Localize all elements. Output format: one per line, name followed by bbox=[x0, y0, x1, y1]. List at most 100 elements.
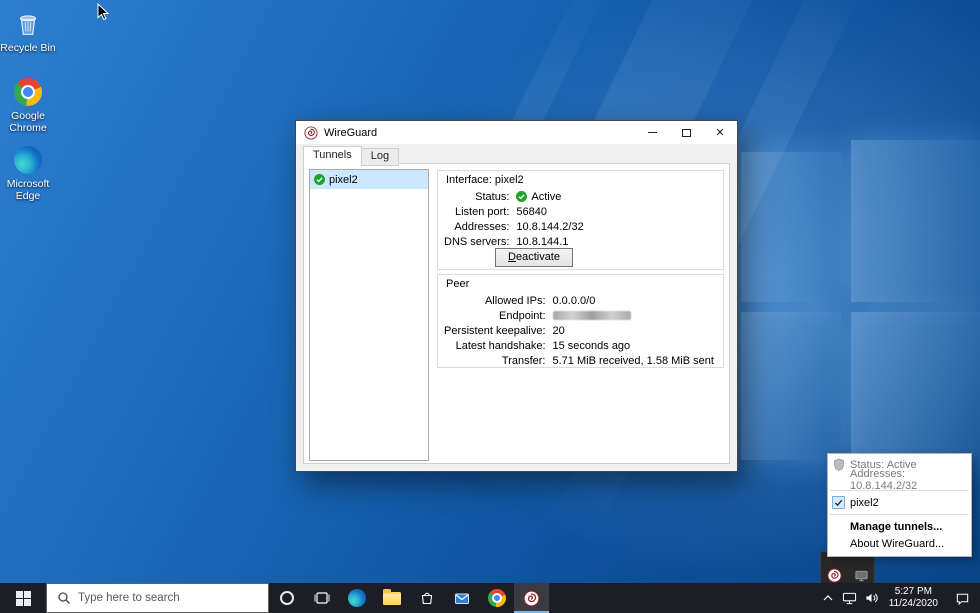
tray-menu-item-about-wireguard[interactable]: About WireGuard... bbox=[828, 535, 971, 552]
shield-icon bbox=[833, 458, 845, 471]
field-value: Active bbox=[516, 189, 583, 204]
tunnel-list-item-pixel2[interactable]: pixel2 bbox=[310, 170, 428, 189]
desktop: Recycle Bin Google Chrome Microsoft Edge… bbox=[0, 0, 980, 613]
deactivate-button[interactable]: Deactivate bbox=[495, 248, 573, 267]
wireguard-window: WireGuard ✕ Tunnels Log bbox=[295, 120, 738, 472]
endpoint-redacted-value bbox=[553, 311, 631, 320]
interface-fields: Status: Active Listen port: bbox=[444, 189, 584, 249]
window-caption-buttons: ✕ bbox=[635, 121, 737, 144]
taskbar-app-mail[interactable] bbox=[444, 583, 479, 613]
mail-icon bbox=[454, 592, 470, 605]
field-row-persistent-keepalive: Persistent keepalive: 20 bbox=[444, 323, 714, 338]
field-label: Endpoint: bbox=[444, 308, 553, 323]
maximize-button[interactable] bbox=[669, 121, 703, 144]
taskbar-clock[interactable]: 5:27 PM 11/24/2020 bbox=[883, 583, 944, 613]
field-row-endpoint: Endpoint: bbox=[444, 308, 714, 323]
window-titlebar[interactable]: WireGuard ✕ bbox=[296, 121, 737, 144]
tunnel-list[interactable]: pixel2 bbox=[309, 169, 429, 461]
field-value: 10.8.144.2/32 bbox=[516, 219, 583, 234]
field-value: 0.0.0.0/0 bbox=[553, 293, 714, 308]
tunnels-tab-panel: pixel2 Interface: pixel2 Status: bbox=[303, 163, 730, 464]
wallpaper-window-pane bbox=[851, 312, 980, 464]
mouse-cursor bbox=[97, 3, 111, 23]
tray-menu-addresses: Addresses: 10.8.144.2/32 bbox=[828, 472, 971, 487]
tray-addresses-text: Addresses: 10.8.144.2/32 bbox=[850, 468, 971, 492]
status-text: Active bbox=[531, 191, 561, 203]
desktop-icon-microsoft-edge[interactable]: Microsoft Edge bbox=[0, 144, 60, 202]
field-row-listen-port: Listen port: 56840 bbox=[444, 204, 584, 219]
wireguard-tray-menu: Status: Active Addresses: 10.8.144.2/32 … bbox=[827, 453, 972, 557]
peer-groupbox-title: Peer bbox=[446, 278, 469, 290]
close-button[interactable]: ✕ bbox=[703, 121, 737, 144]
tray-show-hidden-icons-button[interactable] bbox=[817, 583, 839, 613]
chevron-up-icon bbox=[823, 595, 833, 601]
interface-groupbox-title: Interface: pixel2 bbox=[446, 174, 524, 186]
taskbar-search-box[interactable] bbox=[46, 583, 269, 613]
field-row-status: Status: Active bbox=[444, 189, 584, 204]
taskbar-app-file-explorer[interactable] bbox=[374, 583, 409, 613]
wallpaper-window-pane bbox=[741, 152, 841, 302]
peer-groupbox: Peer Allowed IPs: 0.0.0.0/0 Endpoint: Pe… bbox=[437, 274, 724, 368]
field-row-latest-handshake: Latest handshake: 15 seconds ago bbox=[444, 338, 714, 353]
tray-menu-item-pixel2[interactable]: pixel2 bbox=[828, 494, 971, 511]
speaker-icon bbox=[864, 591, 879, 605]
taskbar-app-wireguard[interactable] bbox=[514, 583, 549, 613]
start-button[interactable] bbox=[0, 583, 46, 613]
desktop-icon-recycle-bin[interactable]: Recycle Bin bbox=[0, 8, 60, 54]
desktop-icon-google-chrome[interactable]: Google Chrome bbox=[0, 76, 60, 134]
tray-volume-button[interactable] bbox=[861, 583, 883, 613]
tab-tunnels[interactable]: Tunnels bbox=[303, 146, 362, 167]
field-value: 5.71 MiB received, 1.58 MiB sent bbox=[553, 353, 714, 368]
tab-strip: Tunnels Log bbox=[303, 146, 399, 166]
field-value: 15 seconds ago bbox=[553, 338, 714, 353]
field-label: Listen port: bbox=[444, 204, 516, 219]
minimize-icon bbox=[648, 132, 657, 133]
cortana-button[interactable] bbox=[269, 583, 304, 613]
search-input[interactable] bbox=[78, 592, 266, 604]
taskbar-app-chrome[interactable] bbox=[479, 583, 514, 613]
interface-groupbox: Interface: pixel2 Status: Active bbox=[437, 170, 724, 270]
field-label: Addresses: bbox=[444, 219, 516, 234]
taskbar-app-store[interactable] bbox=[409, 583, 444, 613]
active-check-icon bbox=[516, 191, 527, 202]
field-row-transfer: Transfer: 5.71 MiB received, 1.58 MiB se… bbox=[444, 353, 714, 368]
tunnel-active-check-icon bbox=[314, 174, 325, 185]
maximize-icon bbox=[682, 129, 691, 137]
wireguard-logo-icon bbox=[304, 126, 318, 140]
chrome-icon bbox=[12, 76, 44, 108]
minimize-button[interactable] bbox=[635, 121, 669, 144]
tray-network-button[interactable] bbox=[839, 583, 861, 613]
search-icon bbox=[57, 591, 71, 605]
recycle-bin-icon bbox=[12, 8, 44, 40]
field-label: DNS servers: bbox=[444, 234, 516, 249]
tray-tunnel-name: pixel2 bbox=[850, 497, 879, 509]
tray-menu-item-manage-tunnels[interactable]: Manage tunnels... bbox=[828, 518, 971, 535]
field-row-dns-servers: DNS servers: 10.8.144.1 bbox=[444, 234, 584, 249]
field-value: 20 bbox=[553, 323, 714, 338]
menu-separator bbox=[830, 514, 969, 515]
field-label: Transfer: bbox=[444, 353, 553, 368]
edge-icon bbox=[348, 589, 366, 607]
desktop-icon-label: Google Chrome bbox=[0, 110, 60, 134]
tab-log[interactable]: Log bbox=[362, 148, 399, 166]
action-center-button[interactable] bbox=[944, 583, 980, 613]
checkmark-icon bbox=[832, 496, 845, 509]
system-tray: 5:27 PM 11/24/2020 bbox=[817, 583, 980, 613]
start-icon bbox=[16, 591, 31, 606]
display-icon[interactable] bbox=[854, 568, 869, 583]
wallpaper-window-pane bbox=[741, 312, 841, 460]
desktop-icon-label: Recycle Bin bbox=[0, 42, 55, 54]
task-view-button[interactable] bbox=[304, 583, 339, 613]
peer-fields: Allowed IPs: 0.0.0.0/0 Endpoint: Persist… bbox=[444, 293, 714, 368]
cortana-icon bbox=[280, 591, 294, 605]
field-label: Latest handshake: bbox=[444, 338, 553, 353]
wireguard-tray-icon[interactable] bbox=[827, 568, 842, 583]
tunnel-name: pixel2 bbox=[329, 174, 358, 186]
file-explorer-icon bbox=[383, 592, 401, 605]
network-icon bbox=[842, 591, 857, 605]
action-center-icon bbox=[955, 591, 970, 606]
taskbar: 5:27 PM 11/24/2020 bbox=[0, 583, 980, 613]
taskbar-app-edge[interactable] bbox=[339, 583, 374, 613]
field-label: Persistent keepalive: bbox=[444, 323, 553, 338]
field-value: 10.8.144.1 bbox=[516, 234, 583, 249]
